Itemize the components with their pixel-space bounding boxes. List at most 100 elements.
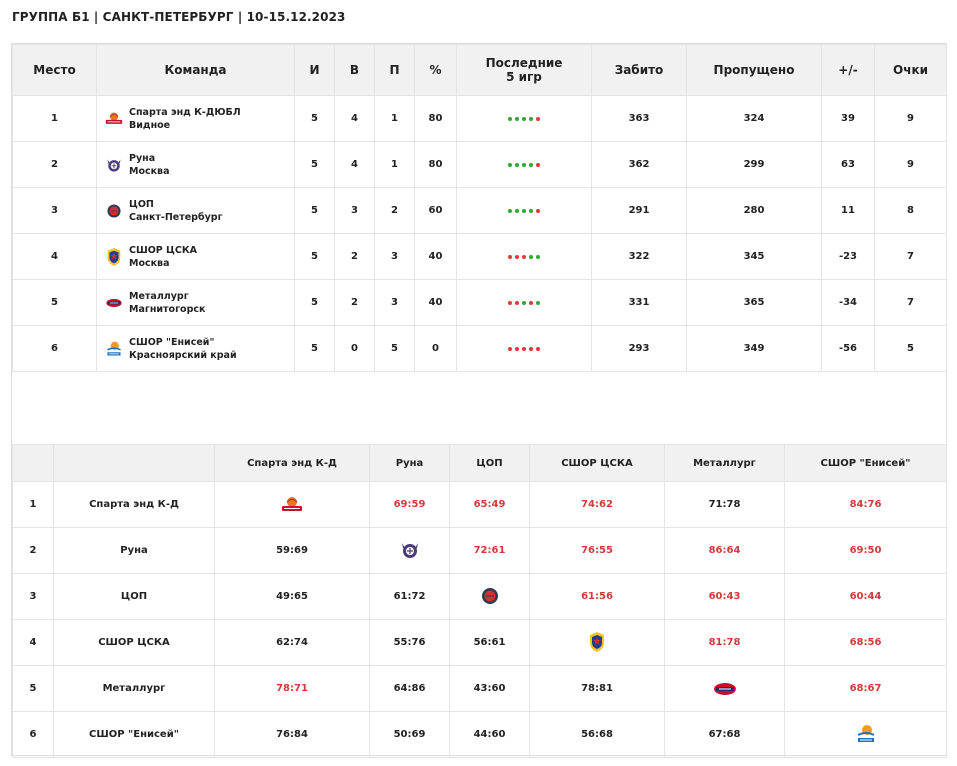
score-cell-loss[interactable]: 56:68 <box>529 711 665 758</box>
score-cell-win[interactable]: 61:56 <box>529 573 665 620</box>
win-dot-icon <box>522 163 526 167</box>
cross-team-cell[interactable]: СШОР "Енисей" <box>53 711 215 758</box>
loss-dot-icon <box>515 347 519 351</box>
cross-team-cell[interactable]: Металлург <box>53 665 215 712</box>
cross-team-cell[interactable]: СШОР ЦСКА <box>53 619 215 666</box>
cross-header-team[interactable]: Руна <box>369 444 450 482</box>
header-scored[interactable]: Забито <box>591 44 687 96</box>
header-conceded[interactable]: Пропущено <box>686 44 822 96</box>
standings-row[interactable]: 4 СШОР ЦСКА Москва 5 2 3 40 322 345 -23 7 <box>12 233 947 280</box>
cross-team-cell[interactable]: Спарта энд К-Д <box>53 481 215 528</box>
last5-cell <box>456 325 592 372</box>
team-cell[interactable]: ЦОП Санкт-Петербург <box>96 187 295 234</box>
score-cell-win[interactable]: 81:78 <box>664 619 785 666</box>
score-cell-loss[interactable]: 56:61 <box>449 619 530 666</box>
team-cell[interactable]: СШОР "Енисей" Красноярский край <box>96 325 295 372</box>
score-cell-win[interactable]: 60:44 <box>784 573 947 620</box>
team-name[interactable]: Металлург <box>129 290 205 303</box>
header-wins[interactable]: В <box>334 44 375 96</box>
win-dot-icon <box>529 163 533 167</box>
win-dot-icon <box>508 117 512 121</box>
cross-header-team[interactable]: СШОР "Енисей" <box>784 444 947 482</box>
standings-row[interactable]: 3 ЦОП Санкт-Петербург 5 3 2 60 291 280 11 8 <box>12 187 947 234</box>
conceded-cell: 365 <box>686 279 822 326</box>
games-cell: 5 <box>294 141 335 188</box>
loss-dot-icon <box>522 255 526 259</box>
score-cell-loss[interactable]: 67:68 <box>664 711 785 758</box>
diff-cell: -56 <box>821 325 875 372</box>
header-team[interactable]: Команда <box>96 44 295 96</box>
standings-row[interactable]: 6 СШОР "Енисей" Красноярский край 5 0 5 0 293 34… <box>12 325 947 372</box>
score-cell-win[interactable]: 86:64 <box>664 527 785 574</box>
sparta-logo-icon <box>279 492 305 518</box>
header-games[interactable]: И <box>294 44 335 96</box>
score-cell-loss[interactable]: 59:69 <box>214 527 370 574</box>
score-cell-loss[interactable]: 71:78 <box>664 481 785 528</box>
cross-row: 4 СШОР ЦСКА 62:74 55:76 56:61 81:78 68:56 <box>12 619 947 666</box>
cross-header-team[interactable]: ЦОП <box>449 444 530 482</box>
score-cell-loss[interactable]: 44:60 <box>449 711 530 758</box>
diagonal-cell <box>449 573 530 620</box>
standings-row[interactable]: 2 Руна Москва 5 4 1 80 362 299 63 9 <box>12 141 947 188</box>
team-name[interactable]: Спарта энд К-ДЮБЛ <box>129 106 241 119</box>
team-text: СШОР ЦСКА Москва <box>129 244 197 270</box>
team-cell[interactable]: Металлург Магнитогорск <box>96 279 295 326</box>
score-cell-loss[interactable]: 78:81 <box>529 665 665 712</box>
score-cell-loss[interactable]: 55:76 <box>369 619 450 666</box>
team-cell[interactable]: Спарта энд К-ДЮБЛ Видное <box>96 95 295 142</box>
games-cell: 5 <box>294 95 335 142</box>
scored-cell: 331 <box>591 279 687 326</box>
score-cell-win[interactable]: 60:43 <box>664 573 785 620</box>
loss-dot-icon <box>522 347 526 351</box>
team-name[interactable]: ЦОП <box>129 198 223 211</box>
cross-team-cell[interactable]: Руна <box>53 527 215 574</box>
cross-place-cell: 2 <box>12 527 54 574</box>
header-percent[interactable]: % <box>414 44 457 96</box>
loss-dot-icon <box>529 347 533 351</box>
score-cell-win[interactable]: 69:50 <box>784 527 947 574</box>
header-points[interactable]: Очки <box>874 44 947 96</box>
score-cell-loss[interactable]: 50:69 <box>369 711 450 758</box>
header-losses[interactable]: П <box>374 44 415 96</box>
score-cell-loss[interactable]: 61:72 <box>369 573 450 620</box>
score-cell-win[interactable]: 68:56 <box>784 619 947 666</box>
cross-header-team[interactable]: Металлург <box>664 444 785 482</box>
score-cell-win[interactable]: 72:61 <box>449 527 530 574</box>
score-cell-win[interactable]: 84:76 <box>784 481 947 528</box>
team-wrap: СШОР ЦСКА Москва <box>105 244 294 270</box>
score-cell-loss[interactable]: 64:86 <box>369 665 450 712</box>
score-cell-loss[interactable]: 43:60 <box>449 665 530 712</box>
points-cell: 5 <box>874 325 947 372</box>
team-cell[interactable]: Руна Москва <box>96 141 295 188</box>
conceded-cell: 299 <box>686 141 822 188</box>
team-cell[interactable]: СШОР ЦСКА Москва <box>96 233 295 280</box>
score-cell-win[interactable]: 78:71 <box>214 665 370 712</box>
team-name[interactable]: Руна <box>129 152 169 165</box>
team-name[interactable]: СШОР "Енисей" <box>129 336 237 349</box>
last5-dots <box>508 255 540 259</box>
games-cell: 5 <box>294 325 335 372</box>
cross-header-team[interactable]: Спарта энд К-Д <box>214 444 370 482</box>
score-cell-loss[interactable]: 49:65 <box>214 573 370 620</box>
percent-cell: 60 <box>414 187 457 234</box>
cross-header-team[interactable]: СШОР ЦСКА <box>529 444 665 482</box>
score-cell-loss[interactable]: 76:84 <box>214 711 370 758</box>
wins-cell: 0 <box>334 325 375 372</box>
score-cell-win[interactable]: 68:67 <box>784 665 947 712</box>
standings-row[interactable]: 5 Металлург Магнитогорск 5 2 3 40 331 365 -34 7 <box>12 279 947 326</box>
standings-row[interactable]: 1 Спарта энд К-ДЮБЛ Видное 5 4 1 80 363 324 39 9 <box>12 95 947 142</box>
cross-team-cell[interactable]: ЦОП <box>53 573 215 620</box>
team-wrap: СШОР "Енисей" Красноярский край <box>105 336 294 362</box>
place-cell: 1 <box>12 95 97 142</box>
score-cell-loss[interactable]: 62:74 <box>214 619 370 666</box>
cross-row: 6 СШОР "Енисей" 76:84 50:69 44:60 56:68 67:68 <box>12 711 947 758</box>
score-cell-win[interactable]: 74:62 <box>529 481 665 528</box>
header-diff[interactable]: +/- <box>821 44 875 96</box>
score-cell-win[interactable]: 69:59 <box>369 481 450 528</box>
score-cell-win[interactable]: 76:55 <box>529 527 665 574</box>
team-name[interactable]: СШОР ЦСКА <box>129 244 197 257</box>
cross-row: 2 Руна 59:69 72:61 76:55 86:64 69:50 <box>12 527 947 574</box>
score-cell-win[interactable]: 65:49 <box>449 481 530 528</box>
enisey-logo-icon <box>853 721 879 747</box>
header-place[interactable]: Место <box>12 44 97 96</box>
